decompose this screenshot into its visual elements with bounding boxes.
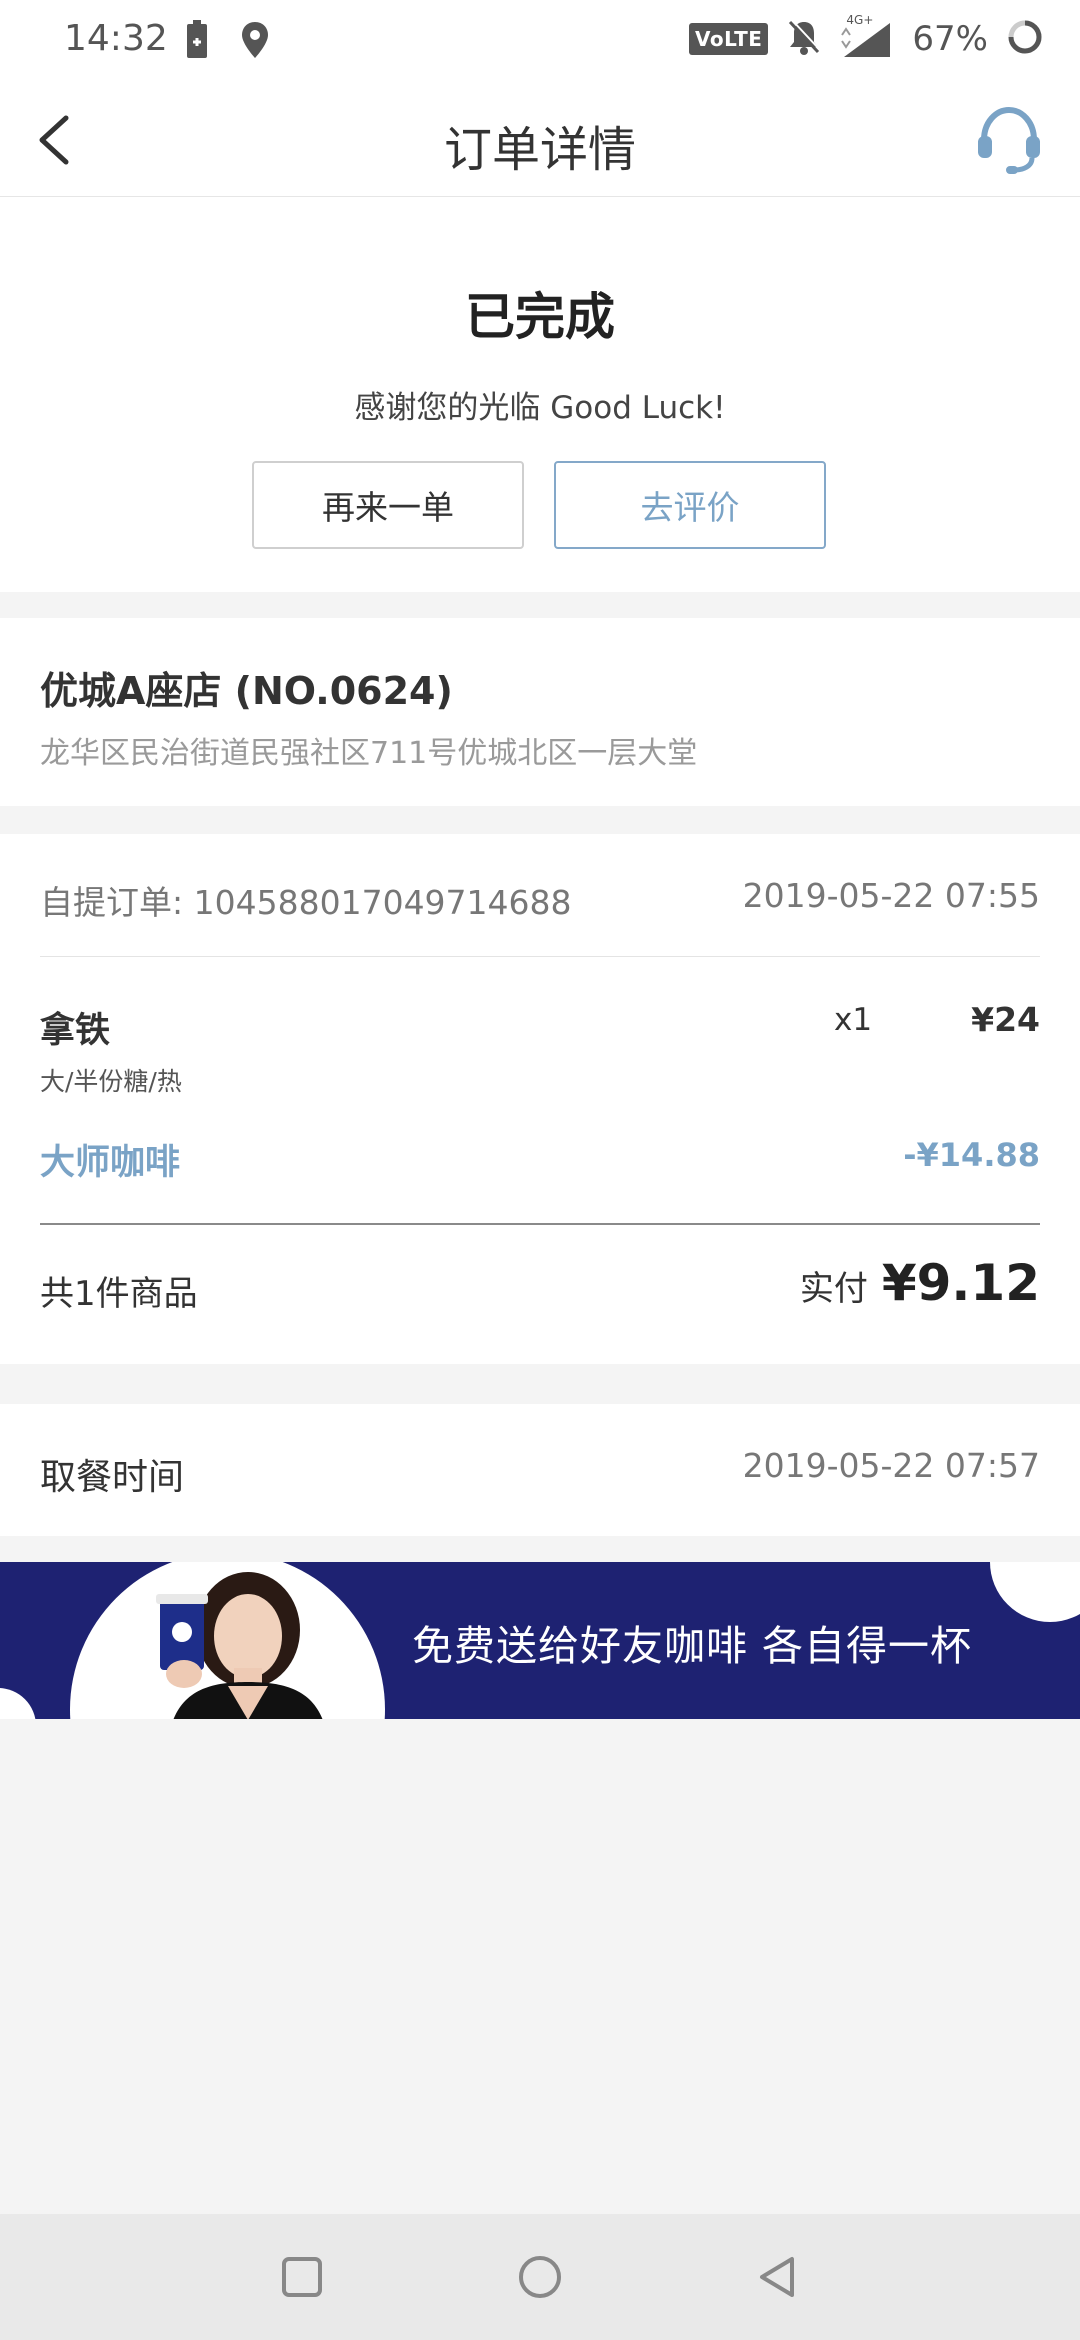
order-time: 2019-05-22 07:55 bbox=[742, 876, 1040, 915]
item-options: 大/半份糖/热 bbox=[40, 1067, 182, 1096]
total-paid: 实付 ¥9.12 bbox=[800, 1254, 1040, 1312]
battery-percent: 67% bbox=[912, 19, 988, 59]
promo-banner[interactable]: 免费送给好友咖啡 各自得一杯 bbox=[0, 1562, 1080, 1719]
discount-amount: -¥14.88 bbox=[903, 1136, 1040, 1174]
banner-decoration bbox=[0, 1688, 36, 1719]
pickup-time-section: 取餐时间 2019-05-22 07:57 bbox=[0, 1404, 1080, 1536]
banner-text: 免费送给好友咖啡 各自得一杯 bbox=[412, 1622, 973, 1670]
order-status-section: 已完成 感谢您的光临 Good Luck! 再来一单 去评价 bbox=[0, 197, 1080, 592]
order-details-section: 自提订单: 104588017049714688 2019-05-22 07:5… bbox=[0, 834, 1080, 1364]
reorder-button[interactable]: 再来一单 bbox=[252, 461, 524, 549]
item-price: ¥24 bbox=[971, 1000, 1040, 1039]
battery-charging-icon bbox=[184, 20, 210, 64]
total-value: ¥9.12 bbox=[881, 1254, 1040, 1312]
headset-icon bbox=[978, 106, 1040, 174]
review-button[interactable]: 去评价 bbox=[554, 461, 826, 549]
recents-button[interactable] bbox=[272, 2247, 332, 2307]
location-icon bbox=[240, 20, 270, 64]
volte-icon: VoLTE bbox=[689, 23, 769, 55]
mute-icon bbox=[786, 18, 822, 60]
triangle-back-icon bbox=[760, 2257, 794, 2297]
discount-name: 大师咖啡 bbox=[40, 1143, 181, 1183]
signal-icon: 4G+ bbox=[840, 13, 894, 59]
total-label: 实付 bbox=[799, 1269, 868, 1309]
store-info-section: 优城A座店 (NO.0624) 龙华区民治街道民强社区711号优城北区一层大堂 bbox=[0, 618, 1080, 806]
divider bbox=[40, 1223, 1040, 1225]
divider bbox=[40, 956, 1040, 957]
store-name: 优城A座店 (NO.0624) bbox=[40, 669, 453, 713]
pickup-time: 2019-05-22 07:57 bbox=[742, 1446, 1040, 1485]
signal-label: 4G+ bbox=[846, 13, 874, 27]
circle-icon bbox=[519, 2256, 561, 2298]
system-navigation-bar bbox=[0, 2214, 1080, 2340]
person-holding-cup-illustration bbox=[130, 1570, 360, 1719]
status-bar: 14:32 VoLTE 4G+ 67% bbox=[0, 0, 1080, 80]
order-status-title: 已完成 bbox=[465, 288, 615, 346]
item-quantity: x1 bbox=[834, 1002, 873, 1038]
banner-decoration bbox=[990, 1562, 1080, 1622]
thank-you-message: 感谢您的光临 Good Luck! bbox=[354, 390, 726, 426]
loading-icon bbox=[1006, 18, 1044, 60]
order-number: 自提订单: 104588017049714688 bbox=[40, 883, 572, 922]
customer-service-button[interactable] bbox=[974, 104, 1044, 176]
item-name: 拿铁 bbox=[40, 1011, 111, 1051]
home-button[interactable] bbox=[510, 2247, 570, 2307]
top-app-bar: 订单详情 bbox=[0, 80, 1080, 197]
pickup-label: 取餐时间 bbox=[40, 1457, 185, 1498]
square-icon bbox=[282, 2257, 322, 2297]
status-time: 14:32 bbox=[64, 18, 168, 59]
store-address: 龙华区民治街道民强社区711号优城北区一层大堂 bbox=[40, 736, 698, 771]
total-item-count: 共1件商品 bbox=[40, 1274, 198, 1314]
back-nav-button[interactable] bbox=[748, 2247, 808, 2307]
page-title: 订单详情 bbox=[443, 122, 636, 178]
